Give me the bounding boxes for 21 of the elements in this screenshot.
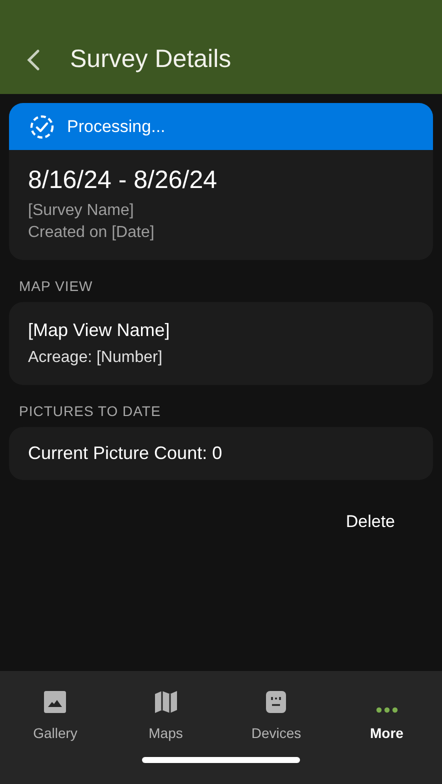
picture-icon [44,691,66,713]
tab[interactable]: Gallery [0,687,110,741]
delete-button[interactable]: Delete [338,508,403,536]
section-label: MAP VIEW [19,278,94,294]
more-icon [376,707,398,713]
map-view-name: [Map View Name] [28,320,171,341]
survey-name: [Survey Name] [28,201,135,221]
acreage-text: Acreage: [Number] [28,349,164,367]
tab[interactable]: Maps [110,687,221,741]
tab[interactable]: More [332,687,442,741]
created-date: Created on [Date] [28,223,156,243]
section-label: PICTURES TO DATE [19,403,162,419]
tab[interactable]: Devices [221,687,332,741]
date-range: 8/16/24 - 8/26/24 [28,166,218,195]
map-icon [154,691,177,713]
status-text: Processing... [67,116,166,136]
picture-count: Current Picture Count: 0 [28,443,224,464]
back-icon[interactable] [26,49,40,71]
processing-check-icon [29,114,55,140]
screen-title: Survey Details [70,45,232,74]
device-icon [266,691,286,713]
